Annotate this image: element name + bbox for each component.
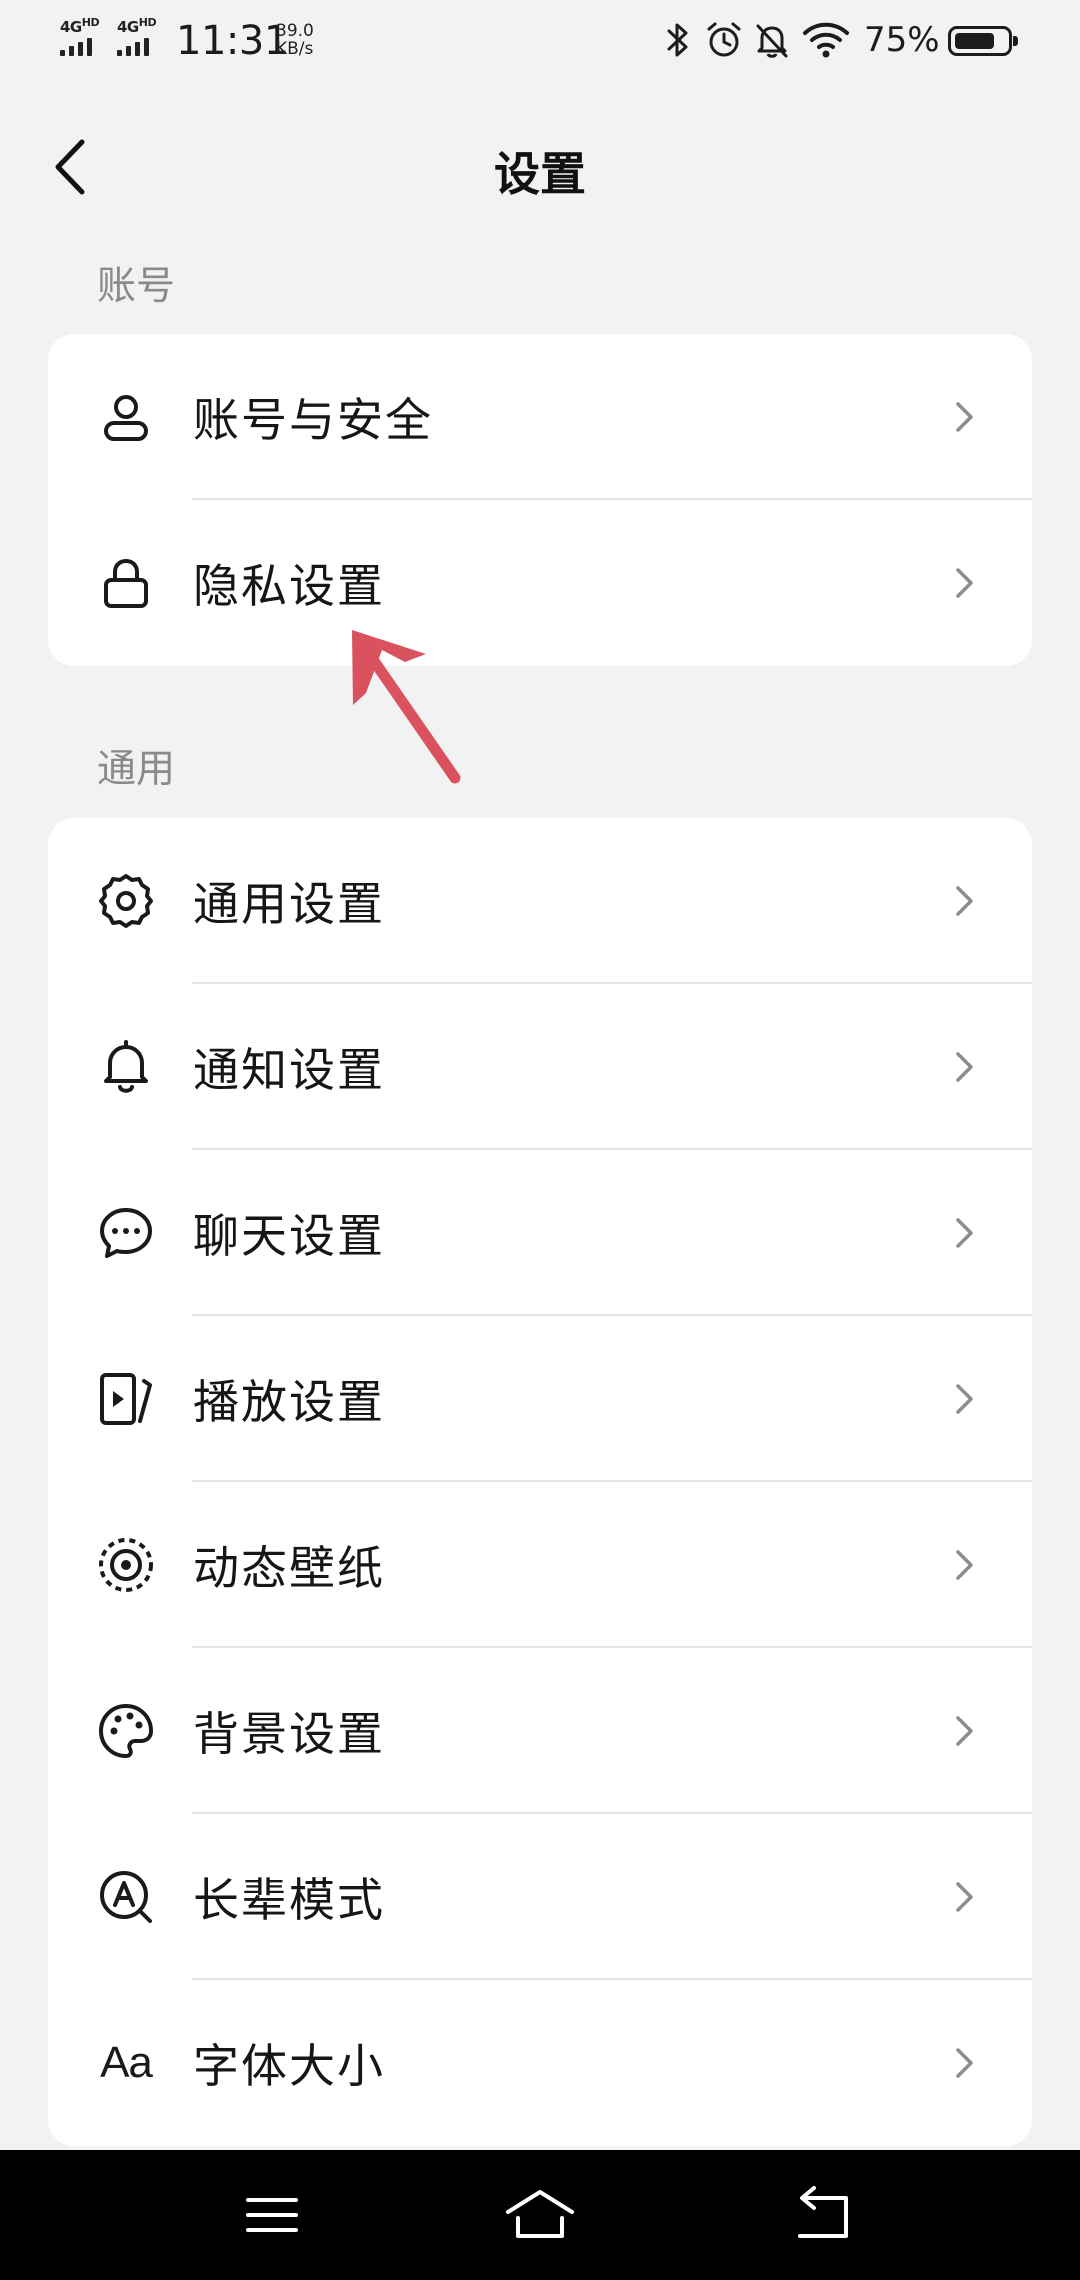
chevron-right-icon [956,1052,973,1082]
battery-percent: 75% [864,20,940,60]
alarm-icon [707,22,741,57]
account-card: 账号与安全 隐私设置 [48,334,1032,666]
list-item-label: 账号与安全 [193,393,433,447]
network-speed-value: 39.0 [276,21,314,41]
list-item-elder-mode[interactable]: 长辈模式 [48,1814,1032,1980]
list-item-font-size[interactable]: Aa 字体大小 [48,1980,1032,2146]
battery-icon [948,26,1018,56]
list-item-playback-settings[interactable]: 播放设置 [48,1316,1032,1482]
chevron-right-icon [956,568,973,598]
wifi-icon [803,22,849,58]
list-item-background-settings[interactable]: 背景设置 [48,1648,1032,1814]
list-item-label: 聊天设置 [193,1209,385,1263]
page-title: 设置 [494,147,586,201]
nav-bar: 设置 [0,110,1080,220]
lock-icon [96,553,156,613]
signal-bars-icon [60,38,92,56]
list-item-label: 动态壁纸 [193,1541,385,1595]
chevron-right-icon [956,1550,973,1580]
menu-icon[interactable] [232,2180,312,2250]
section-label-account: 账号 [97,264,176,309]
live-wallpaper-icon [96,1535,156,1595]
list-item-general-settings[interactable]: 通用设置 [48,818,1032,984]
person-icon [96,387,156,447]
list-item-label: 背景设置 [193,1707,385,1761]
list-item-label: 长辈模式 [193,1873,385,1927]
status-bar: 4GHD 4GHD 11:31 39.0 KB/s 75% [0,0,1080,84]
play-icon [96,1369,156,1429]
chevron-right-icon [956,1882,973,1912]
palette-icon [96,1701,156,1761]
gear-icon [96,871,156,931]
elder-mode-icon [96,1867,156,1927]
chevron-right-icon [956,402,973,432]
bell-off-icon [756,24,788,58]
signal-bars-icon [117,38,149,56]
network-type-2-sup: HD [138,16,157,29]
clock: 11:31 [176,18,289,64]
font-size-icon-text: Aa [100,2038,153,2087]
network-type-1-sup: HD [81,16,100,29]
system-navigation-bar [0,2150,1080,2280]
network-type-2: 4G [117,18,139,36]
list-item-label: 字体大小 [193,2039,385,2093]
network-speed-unit: KB/s [276,39,314,59]
bell-icon [96,1037,156,1097]
chevron-right-icon [956,2048,973,2078]
bluetooth-icon [667,23,688,57]
network-speed: 39.0 KB/s [276,22,314,58]
list-item-label: 通用设置 [193,877,385,931]
list-item-notification-settings[interactable]: 通知设置 [48,984,1032,1150]
list-item-live-wallpaper[interactable]: 动态壁纸 [48,1482,1032,1648]
back-icon[interactable] [784,2180,864,2250]
section-label-general: 通用 [97,747,176,792]
network-type-1: 4G [60,18,82,36]
list-item-label: 隐私设置 [193,559,385,613]
chat-bubble-icon [96,1203,156,1263]
chevron-right-icon [956,1716,973,1746]
general-card: 通用设置 通知设置 聊天设置 播放设置 动态壁纸 背景设置 长辈模式 Aa 字体… [48,818,1032,2146]
chevron-right-icon [956,886,973,916]
list-item-account-security[interactable]: 账号与安全 [48,334,1032,500]
home-icon[interactable] [500,2180,580,2250]
chevron-right-icon [956,1384,973,1414]
list-item-privacy-settings[interactable]: 隐私设置 [48,500,1032,666]
list-item-label: 通知设置 [193,1043,385,1097]
list-item-chat-settings[interactable]: 聊天设置 [48,1150,1032,1316]
list-item-label: 播放设置 [193,1375,385,1429]
font-size-icon: Aa [96,2033,156,2093]
chevron-right-icon [956,1218,973,1248]
